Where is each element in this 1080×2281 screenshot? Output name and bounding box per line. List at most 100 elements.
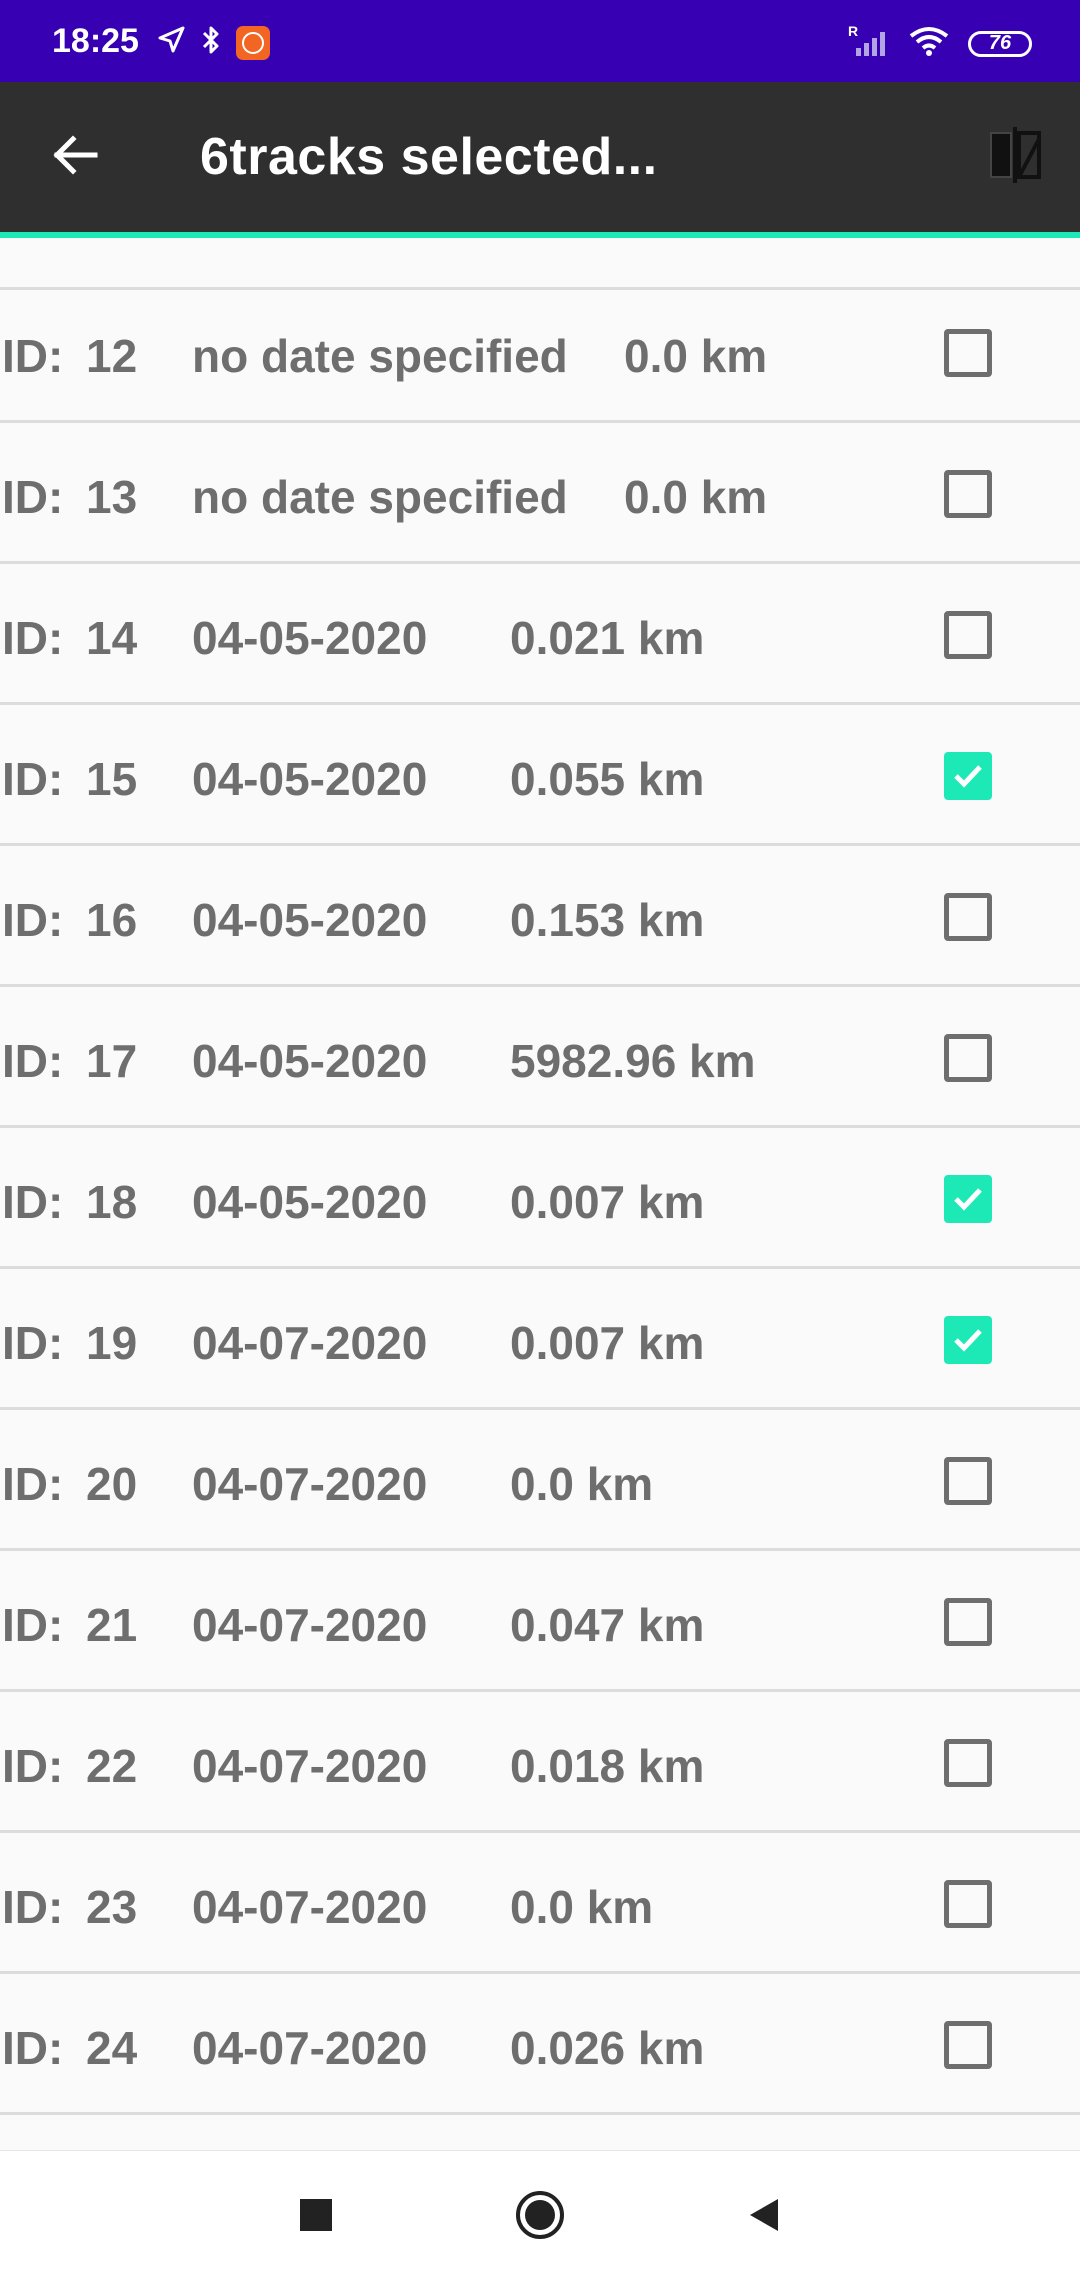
- track-date: 04-05-2020: [192, 1035, 428, 1087]
- checkmark-icon: [954, 1188, 982, 1211]
- page-title: 6tracks selected...: [200, 128, 658, 186]
- track-distance: 0.026 km: [510, 2022, 705, 2074]
- track-id-label: ID:: [2, 1317, 64, 1369]
- track-id-label: ID:: [2, 1881, 64, 1933]
- track-id-label: ID:: [2, 753, 64, 805]
- back-nav-button[interactable]: [736, 2189, 792, 2245]
- track-distance: 0.0 km: [510, 1881, 654, 1933]
- track-id: 19: [86, 1317, 138, 1369]
- list-item[interactable]: ID: 22 04-07-2020 0.018 km: [0, 1693, 1080, 1833]
- track-checkbox[interactable]: [944, 1457, 992, 1505]
- track-checkbox[interactable]: [944, 1880, 992, 1928]
- list-item[interactable]: ID: 19 04-07-2020 0.007 km: [0, 1270, 1080, 1410]
- svg-text:R: R: [848, 24, 858, 39]
- track-id: 24: [86, 2022, 138, 2074]
- track-checkbox[interactable]: [944, 893, 992, 941]
- track-list[interactable]: ID: 12 no date specified 0.0 km ID: 13 no date…: [0, 238, 1080, 2150]
- track-id: 14: [86, 612, 138, 664]
- back-triangle-icon: [744, 2195, 784, 2240]
- track-checkbox[interactable]: [944, 752, 992, 800]
- track-id: 20: [86, 1458, 138, 1510]
- list-item[interactable]: ID: 18 04-05-2020 0.007 km: [0, 1129, 1080, 1269]
- track-checkbox[interactable]: [944, 470, 992, 518]
- track-id: 12: [86, 330, 138, 382]
- track-distance: 0.021 km: [510, 612, 705, 664]
- arrow-left-icon: [51, 131, 99, 184]
- track-id: 13: [86, 471, 138, 523]
- track-id-label: ID:: [2, 1176, 64, 1228]
- track-distance: 0.018 km: [510, 1740, 705, 1792]
- list-item[interactable]: ID: 17 04-05-2020 5982.96 km: [0, 988, 1080, 1128]
- track-id-label: ID:: [2, 612, 64, 664]
- track-checkbox[interactable]: [944, 1598, 992, 1646]
- track-date: no date specified: [192, 471, 568, 523]
- track-date: 04-07-2020: [192, 2022, 428, 2074]
- list-item[interactable]: ID: 20 04-07-2020 0.0 km: [0, 1411, 1080, 1551]
- track-distance: 0.055 km: [510, 753, 705, 805]
- track-id: 23: [86, 1881, 138, 1933]
- track-checkbox[interactable]: [944, 1034, 992, 1082]
- track-id-label: ID:: [2, 1740, 64, 1792]
- track-id-label: ID:: [2, 1599, 64, 1651]
- list-item[interactable]: ID: 14 04-05-2020 0.021 km: [0, 565, 1080, 705]
- track-id: 16: [86, 894, 138, 946]
- track-id: 18: [86, 1176, 138, 1228]
- track-date: 04-05-2020: [192, 753, 428, 805]
- track-id-label: ID:: [2, 471, 64, 523]
- track-id-label: ID:: [2, 1458, 64, 1510]
- list-item[interactable]: ID: 13 no date specified 0.0 km: [0, 424, 1080, 564]
- track-id-label: ID:: [2, 1035, 64, 1087]
- list-item[interactable]: ID: 12 no date specified 0.0 km: [0, 283, 1080, 423]
- list-item[interactable]: ID: 15 04-05-2020 0.055 km: [0, 706, 1080, 846]
- system-nav-bar: [0, 2150, 1080, 2281]
- track-checkbox[interactable]: [944, 329, 992, 377]
- track-id-label: ID:: [2, 894, 64, 946]
- track-checkbox[interactable]: [944, 611, 992, 659]
- list-item[interactable]: ID: 23 04-07-2020 0.0 km: [0, 1834, 1080, 1974]
- track-id: 17: [86, 1035, 138, 1087]
- checkmark-icon: [954, 765, 982, 788]
- track-checkbox[interactable]: [944, 1739, 992, 1787]
- list-item[interactable]: ID: 24 04-07-2020 0.026 km: [0, 1975, 1080, 2115]
- track-distance: 0.0 km: [510, 1458, 654, 1510]
- track-distance: 5982.96 km: [510, 1035, 756, 1087]
- recent-apps-button[interactable]: [288, 2189, 344, 2245]
- track-checkbox[interactable]: [944, 1316, 992, 1364]
- track-distance: 0.0 km: [624, 471, 768, 523]
- home-button[interactable]: [512, 2189, 568, 2245]
- wifi-icon: [908, 25, 950, 62]
- checkmark-icon: [954, 1329, 982, 1352]
- compare-button[interactable]: [980, 122, 1050, 192]
- home-icon: [514, 2189, 566, 2246]
- track-date: 04-05-2020: [192, 612, 428, 664]
- track-distance: 0.047 km: [510, 1599, 705, 1651]
- track-distance: 0.0 km: [624, 330, 768, 382]
- app-bar: 6tracks selected...: [0, 82, 1080, 238]
- track-date: 04-07-2020: [192, 1740, 428, 1792]
- list-item[interactable]: ID: 21 04-07-2020 0.047 km: [0, 1552, 1080, 1692]
- status-bar: 18:25 R 76: [0, 0, 1080, 82]
- battery-icon: 76: [968, 30, 1032, 57]
- bluetooth-icon: [200, 24, 222, 61]
- signal-icon: R: [846, 23, 890, 63]
- list-item[interactable]: ID: 16 04-05-2020 0.153 km: [0, 847, 1080, 987]
- track-id: 22: [86, 1740, 138, 1792]
- compare-icon: [989, 125, 1041, 190]
- back-button[interactable]: [40, 122, 110, 192]
- location-arrow-icon: [156, 25, 186, 60]
- track-distance: 0.007 km: [510, 1176, 705, 1228]
- track-date: 04-07-2020: [192, 1458, 428, 1510]
- track-date: 04-07-2020: [192, 1881, 428, 1933]
- track-date: 04-07-2020: [192, 1317, 428, 1369]
- recent-apps-icon: [298, 2197, 334, 2238]
- track-id-label: ID:: [2, 330, 64, 382]
- track-date: 04-07-2020: [192, 1599, 428, 1651]
- track-distance: 0.007 km: [510, 1317, 705, 1369]
- track-id: 21: [86, 1599, 138, 1651]
- track-id: 15: [86, 753, 138, 805]
- track-checkbox[interactable]: [944, 2021, 992, 2069]
- track-checkbox[interactable]: [944, 1175, 992, 1223]
- track-distance: 0.153 km: [510, 894, 705, 946]
- status-time: 18:25: [52, 22, 139, 60]
- track-id-label: ID:: [2, 2022, 64, 2074]
